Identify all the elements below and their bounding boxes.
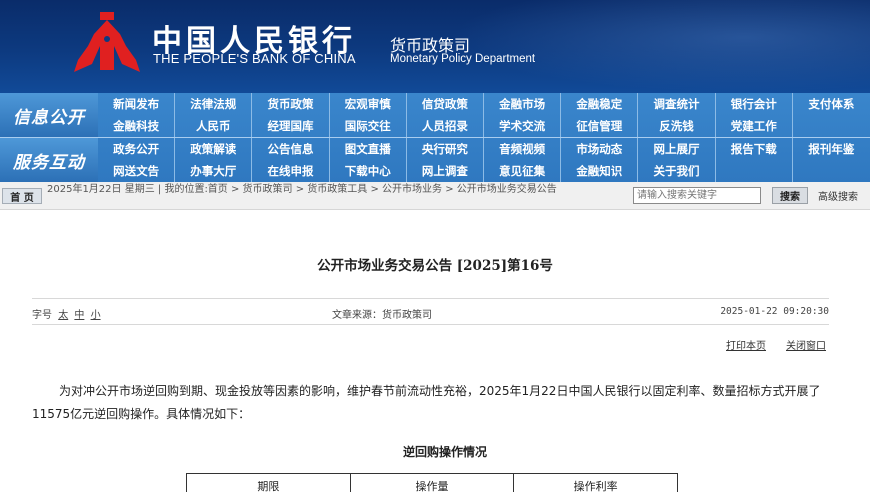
dept-name-en: Monetary Policy Department bbox=[390, 53, 536, 65]
article-body: 为对冲公开市场逆回购到期、现金投放等因素的影响，维护春节前流动性充裕，2025年… bbox=[32, 384, 821, 421]
nav-row-info-1: 新闻发布 法律法规 货币政策 宏观审慎 信贷政策 金融市场 金融稳定 调查统计 … bbox=[98, 93, 870, 115]
font-size-controls: 字号 太 中 小 bbox=[32, 306, 101, 321]
close-window-link[interactable]: 关闭窗口 bbox=[786, 337, 826, 352]
nav-item[interactable]: 宏观审慎 bbox=[330, 93, 407, 115]
table-title: 逆回购操作情况 bbox=[402, 445, 487, 459]
nav-item[interactable]: 市场动态 bbox=[561, 138, 639, 160]
nav-item[interactable]: 关于我们 bbox=[638, 160, 716, 182]
nav-item[interactable]: 金融科技 bbox=[98, 115, 176, 137]
nav-item[interactable]: 人员招录 bbox=[407, 115, 485, 137]
print-page-link[interactable]: 打印本页 bbox=[726, 337, 766, 352]
nav-item[interactable]: 反洗钱 bbox=[638, 115, 716, 137]
site-header: 中国人民银行 THE PEOPLE'S BANK OF CHINA 货币政策司 … bbox=[0, 0, 870, 93]
nav-item[interactable]: 网上调查 bbox=[407, 160, 485, 182]
nav-item-empty bbox=[793, 160, 870, 182]
nav-item[interactable]: 党建工作 bbox=[716, 115, 793, 137]
reverse-repo-table: 期限 操作量 操作利率 bbox=[186, 473, 678, 492]
nav-item[interactable]: 办事大厅 bbox=[175, 160, 253, 182]
article-source: 文章来源：货币政策司 bbox=[332, 310, 432, 321]
nav-item[interactable]: 报告下载 bbox=[716, 138, 793, 160]
nav-item[interactable]: 经理国库 bbox=[252, 115, 330, 137]
nav-item[interactable]: 金融知识 bbox=[561, 160, 639, 182]
nav-item[interactable]: 网上展厅 bbox=[638, 138, 716, 160]
nav-item[interactable]: 国际交往 bbox=[330, 115, 407, 137]
nav-item[interactable]: 货币政策 bbox=[252, 93, 330, 115]
nav-item[interactable]: 图文直播 bbox=[330, 138, 407, 160]
nav-item[interactable]: 金融稳定 bbox=[561, 93, 639, 115]
font-size-label: 字号 bbox=[32, 310, 52, 321]
divider-top bbox=[32, 298, 829, 299]
nav-item-empty bbox=[716, 160, 793, 182]
table-header-rate: 操作利率 bbox=[513, 473, 678, 492]
nav-item[interactable]: 在线申报 bbox=[252, 160, 330, 182]
nav-row-info-2: 金融科技 人民币 经理国库 国际交往 人员招录 学术交流 征信管理 反洗钱 党建… bbox=[98, 115, 870, 137]
nav-item[interactable]: 网送文告 bbox=[98, 160, 176, 182]
nav-item[interactable]: 政策解读 bbox=[175, 138, 253, 160]
search-input[interactable] bbox=[633, 187, 761, 204]
bank-name-en: THE PEOPLE'S BANK OF CHINA bbox=[153, 51, 356, 66]
search-button[interactable]: 搜索 bbox=[772, 187, 808, 204]
nav-item-empty bbox=[793, 115, 870, 137]
nav-item[interactable]: 公告信息 bbox=[252, 138, 330, 160]
nav-item[interactable]: 调查统计 bbox=[638, 93, 716, 115]
nav-item[interactable]: 音频视频 bbox=[484, 138, 562, 160]
font-size-small[interactable]: 小 bbox=[91, 310, 101, 321]
nav-item[interactable]: 报刊年鉴 bbox=[793, 138, 870, 160]
divider-bottom bbox=[32, 324, 829, 325]
breadcrumb: 2025年1月22日 星期三 | 我的位置:首页 > 货币政策司 > 货币政策工… bbox=[47, 184, 557, 195]
table-header-volume: 操作量 bbox=[349, 473, 515, 492]
nav-item[interactable]: 支付体系 bbox=[793, 93, 870, 115]
nav-row-service-2: 网送文告 办事大厅 在线申报 下载中心 网上调查 意见征集 金融知识 关于我们 bbox=[98, 160, 870, 182]
nav-row-service-1: 政务公开 政策解读 公告信息 图文直播 央行研究 音频视频 市场动态 网上展厅 … bbox=[98, 138, 870, 160]
nav-item[interactable]: 人民币 bbox=[175, 115, 253, 137]
article-title: 公开市场业务交易公告 [2025]第16号 bbox=[317, 258, 553, 274]
nav-item[interactable]: 意见征集 bbox=[484, 160, 562, 182]
nav-item[interactable]: 法律法规 bbox=[175, 93, 253, 115]
nav-category-service-interaction[interactable]: 服务互动 bbox=[0, 138, 98, 182]
main-nav: 信息公开 新闻发布 法律法规 货币政策 宏观审慎 信贷政策 金融市场 金融稳定 … bbox=[0, 93, 870, 182]
nav-item[interactable]: 银行会计 bbox=[716, 93, 793, 115]
nav-item[interactable]: 央行研究 bbox=[407, 138, 485, 160]
nav-item[interactable]: 征信管理 bbox=[561, 115, 639, 137]
advanced-search-link[interactable]: 高级搜索 bbox=[818, 188, 858, 203]
nav-item[interactable]: 金融市场 bbox=[484, 93, 562, 115]
table-header-term: 期限 bbox=[186, 473, 351, 492]
nav-category-info-disclosure[interactable]: 信息公开 bbox=[0, 93, 98, 137]
home-button[interactable]: 首 页 bbox=[2, 188, 42, 204]
nav-item[interactable]: 政务公开 bbox=[98, 138, 176, 160]
nav-item[interactable]: 新闻发布 bbox=[98, 93, 176, 115]
article-date: 2025-01-22 09:20:30 bbox=[720, 306, 829, 317]
nav-item[interactable]: 下载中心 bbox=[330, 160, 407, 182]
font-size-medium[interactable]: 中 bbox=[74, 310, 84, 321]
nav-item[interactable]: 信贷政策 bbox=[407, 93, 485, 115]
banner-glow bbox=[450, 0, 870, 93]
pboc-logo-icon[interactable] bbox=[74, 12, 140, 74]
table-header-row: 期限 操作量 操作利率 bbox=[186, 473, 678, 492]
nav-item[interactable]: 学术交流 bbox=[484, 115, 562, 137]
font-size-large[interactable]: 太 bbox=[58, 310, 68, 321]
